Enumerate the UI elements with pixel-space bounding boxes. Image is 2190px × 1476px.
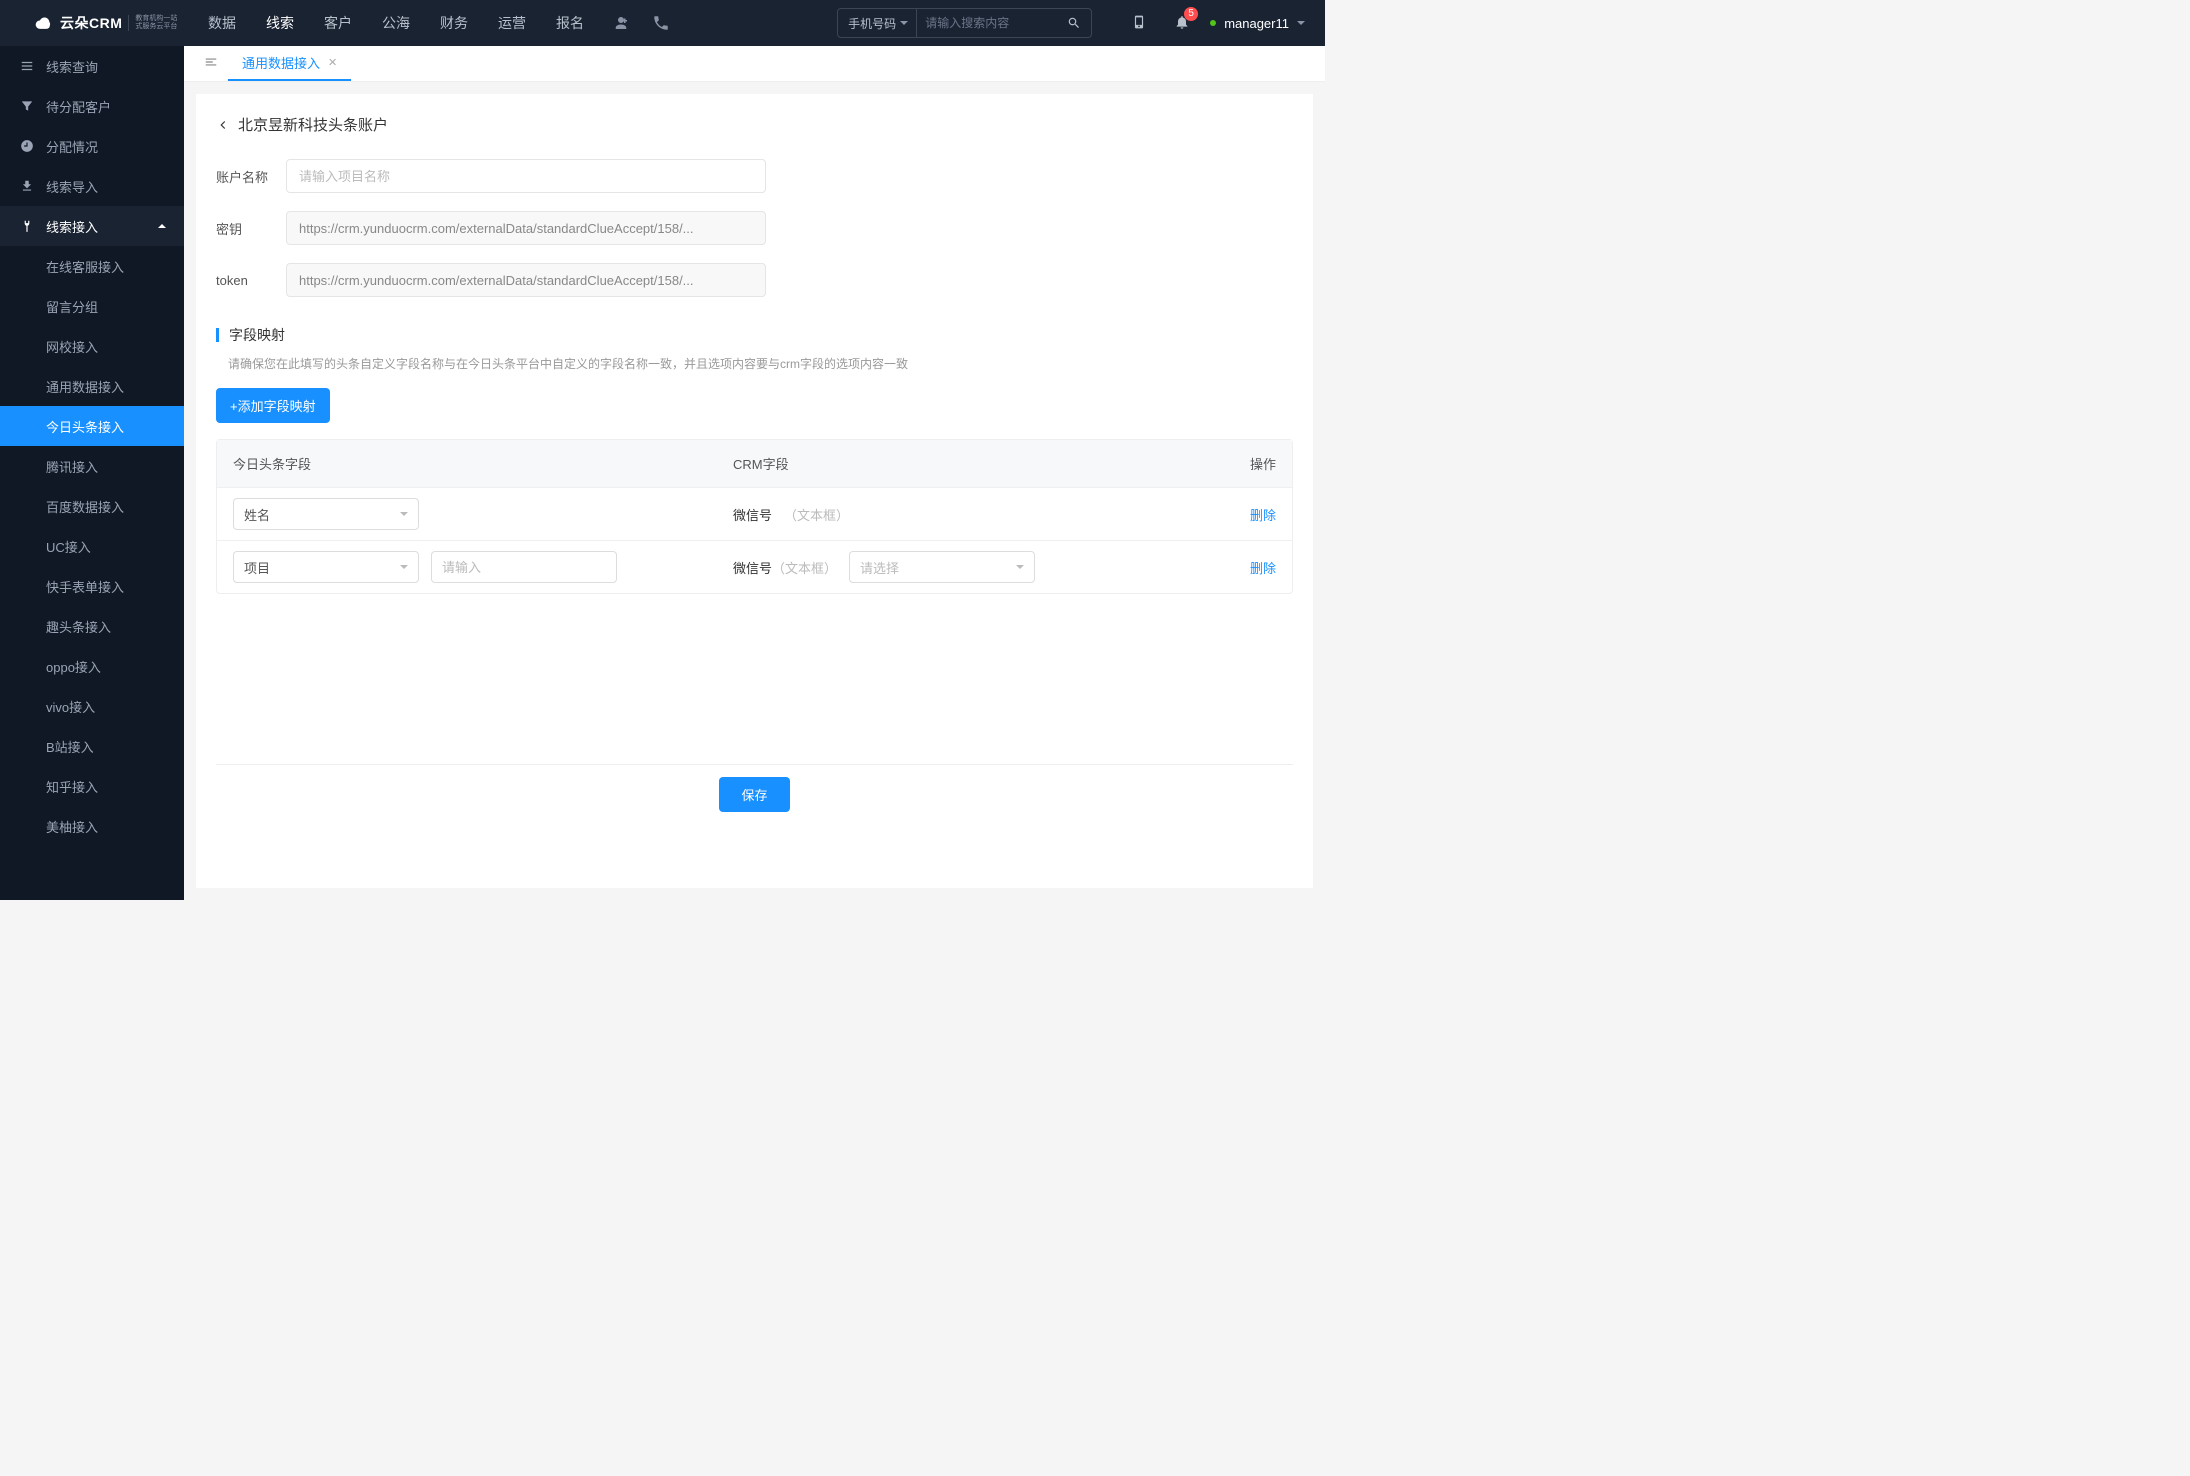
sidebar-sub-baidu[interactable]: 百度数据接入 [0, 486, 184, 526]
tab-label: 通用数据接入 [242, 53, 320, 72]
toutiao-extra-input[interactable] [431, 551, 617, 583]
user-add-icon[interactable] [612, 14, 630, 32]
save-button[interactable]: 保存 [719, 777, 789, 812]
account-name-label: 账户名称 [216, 167, 286, 186]
logo[interactable]: 云朵CRM 教育机构一站 式服务云平台 [0, 13, 184, 33]
sidebar-sub-meiyou[interactable]: 美柚接入 [0, 806, 184, 846]
user-name: manager11 [1224, 16, 1289, 31]
nav-item-signup[interactable]: 报名 [556, 13, 584, 33]
crm-field-label: 微信号 [733, 561, 772, 576]
nav-item-operation[interactable]: 运营 [498, 13, 526, 33]
table-row: 姓名 微信号 （文本框） 删除 [217, 487, 1292, 540]
sidebar-sub-tencent[interactable]: 腾讯接入 [0, 446, 184, 486]
sidebar-sub-vivo[interactable]: vivo接入 [0, 686, 184, 726]
crm-field-select[interactable]: 请选择 [849, 551, 1035, 583]
table-row: 项目 微信号（文本框） 请选择 删除 [217, 540, 1292, 593]
search-input[interactable] [917, 16, 1057, 30]
import-icon [20, 179, 34, 193]
notification-badge: 5 [1184, 7, 1198, 21]
logo-icon [34, 13, 54, 33]
sidebar-item-clue-query[interactable]: 线索查询 [0, 46, 184, 86]
sidebar-sub-qutoutiao[interactable]: 趣头条接入 [0, 606, 184, 646]
delete-button[interactable]: 删除 [1250, 508, 1276, 523]
toutiao-field-select[interactable]: 姓名 [233, 498, 419, 530]
clock-icon [20, 139, 34, 153]
delete-button[interactable]: 删除 [1250, 561, 1276, 576]
nav-item-customer[interactable]: 客户 [324, 13, 352, 33]
tabs-toggle[interactable] [194, 55, 228, 72]
user-menu[interactable]: manager11 [1210, 16, 1305, 31]
search-group: 手机号码 [837, 8, 1092, 38]
search-button[interactable] [1057, 16, 1091, 30]
list-icon [20, 59, 34, 73]
nav-item-finance[interactable]: 财务 [440, 13, 468, 33]
close-icon[interactable]: ✕ [328, 56, 337, 69]
sidebar-sub-oppo[interactable]: oppo接入 [0, 646, 184, 686]
toutiao-field-select[interactable]: 项目 [233, 551, 419, 583]
back-icon[interactable] [216, 118, 230, 132]
account-name-input[interactable] [286, 159, 766, 193]
search-type-select[interactable]: 手机号码 [838, 9, 917, 37]
search-icon [1067, 16, 1081, 30]
phone-icon[interactable] [652, 14, 670, 32]
page-footer: 保存 [216, 764, 1293, 824]
mapping-hint: 请确保您在此填写的头条自定义字段名称与在今日头条平台中自定义的字段名称一致，并且… [216, 355, 1293, 372]
status-dot-icon [1210, 20, 1216, 26]
token-input[interactable] [286, 263, 766, 297]
sidebar-group-integration[interactable]: 线索接入 [0, 206, 184, 246]
nav-item-data[interactable]: 数据 [208, 13, 236, 33]
sidebar-sub-toutiao[interactable]: 今日头条接入 [0, 406, 184, 446]
page-title: 北京昱新科技头条账户 [238, 114, 388, 135]
logo-subtitle: 教育机构一站 式服务云平台 [128, 15, 177, 30]
col-header-toutiao: 今日头条字段 [233, 454, 733, 473]
tab-general-data[interactable]: 通用数据接入 ✕ [228, 46, 351, 81]
token-label: token [216, 273, 286, 288]
sidebar-item-pending[interactable]: 待分配客户 [0, 86, 184, 126]
mobile-icon [1132, 13, 1146, 31]
sidebar-sub-uc[interactable]: UC接入 [0, 526, 184, 566]
add-mapping-button[interactable]: +添加字段映射 [216, 388, 330, 423]
page: 北京昱新科技头条账户 账户名称 密钥 token 字段映射 [196, 94, 1313, 888]
mobile-icon-button[interactable] [1132, 13, 1146, 34]
secret-input[interactable] [286, 211, 766, 245]
table-header: 今日头条字段 CRM字段 操作 [217, 440, 1292, 487]
section-bar-icon [216, 328, 219, 342]
menu-icon [204, 55, 218, 69]
col-header-crm: CRM字段 [733, 454, 1216, 473]
topbar: 云朵CRM 教育机构一站 式服务云平台 数据 线索 客户 公海 财务 运营 报名… [0, 0, 1325, 46]
mapping-table: 今日头条字段 CRM字段 操作 姓名 微信号（文本框） 删除 [216, 439, 1293, 594]
content: 通用数据接入 ✕ 北京昱新科技头条账户 账户名称 密钥 t [184, 46, 1325, 900]
chevron-down-icon [1297, 21, 1305, 29]
tabs-bar: 通用数据接入 ✕ [184, 46, 1325, 82]
logo-brand: 云朵CRM [60, 13, 122, 33]
sidebar-sub-message-group[interactable]: 留言分组 [0, 286, 184, 326]
chevron-up-icon [158, 220, 166, 228]
nav-item-pool[interactable]: 公海 [382, 13, 410, 33]
sidebar-sub-bilibili[interactable]: B站接入 [0, 726, 184, 766]
nav-item-clue[interactable]: 线索 [266, 13, 294, 33]
filter-icon [20, 99, 34, 113]
crm-field-type: （文本框） [784, 505, 849, 524]
sidebar-sub-kuaishou[interactable]: 快手表单接入 [0, 566, 184, 606]
crm-field-label: 微信号 [733, 505, 772, 524]
sidebar-sub-online-service[interactable]: 在线客服接入 [0, 246, 184, 286]
plug-icon [20, 219, 34, 233]
sidebar: 线索查询 待分配客户 分配情况 线索导入 线索接入 在线客服接入 留言分组 网校… [0, 46, 184, 900]
sidebar-item-allocation[interactable]: 分配情况 [0, 126, 184, 166]
mapping-title: 字段映射 [229, 325, 285, 345]
crm-field-type: （文本框） [772, 561, 837, 576]
secret-label: 密钥 [216, 219, 286, 238]
sidebar-sub-school[interactable]: 网校接入 [0, 326, 184, 366]
notification-icon-button[interactable]: 5 [1174, 13, 1190, 34]
sidebar-sub-general-data[interactable]: 通用数据接入 [0, 366, 184, 406]
sidebar-item-import[interactable]: 线索导入 [0, 166, 184, 206]
sidebar-sub-zhihu[interactable]: 知乎接入 [0, 766, 184, 806]
top-nav: 数据 线索 客户 公海 财务 运营 报名 [208, 13, 584, 33]
col-header-action: 操作 [1216, 454, 1276, 473]
